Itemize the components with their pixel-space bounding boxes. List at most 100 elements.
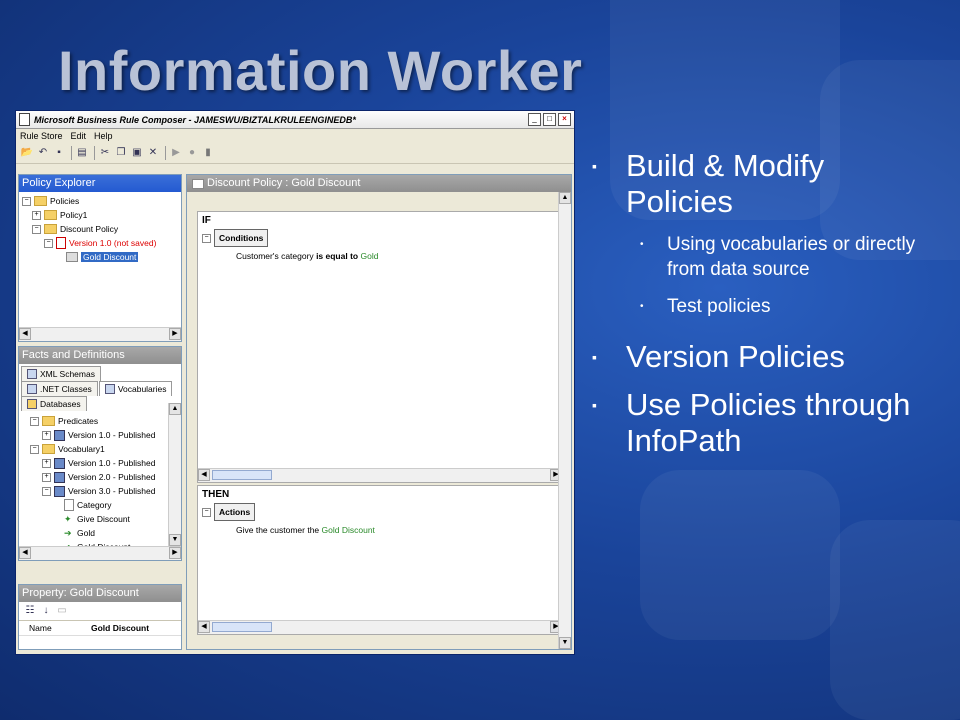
collapse-icon[interactable]: − (30, 416, 39, 426)
collapse-icon[interactable]: − (42, 486, 51, 496)
database-icon (27, 399, 37, 409)
vocabulary-tree: − Predicates + Version 1.0 - Published −… (19, 411, 181, 554)
tree-item-discount-policy[interactable]: − Discount Policy (22, 222, 181, 236)
if-section: IF − Conditions Customer's category is e… (197, 211, 563, 483)
menu-edit[interactable]: Edit (71, 131, 87, 141)
vocabulary-version-icon (54, 485, 65, 497)
maximize-button[interactable]: □ (543, 113, 556, 126)
rule-editor-header: Discount Policy : Gold Discount (187, 175, 571, 192)
delete-icon[interactable]: ✕ (146, 146, 160, 160)
paste-icon[interactable]: ▣ (130, 146, 144, 160)
scroll-left-icon[interactable]: ◀ (19, 328, 31, 340)
tree-item-give-discount[interactable]: ✦ Give Discount (22, 512, 181, 526)
policy-explorer-panel: Policy Explorer − Policies + Policy1 − D… (18, 174, 182, 342)
copy-icon[interactable]: ❐ (114, 146, 128, 160)
close-button[interactable]: × (558, 113, 571, 126)
expand-icon[interactable]: + (42, 472, 51, 482)
xml-schema-icon (27, 369, 37, 379)
horizontal-scrollbar[interactable]: ◀ ▶ (198, 468, 562, 482)
vertical-scrollbar[interactable]: ▲ ▼ (168, 403, 181, 546)
cut-icon[interactable]: ✂ (98, 146, 112, 160)
tree-item-gold-discount[interactable]: Gold Discount (22, 250, 181, 264)
tree-item-label: Predicates (58, 416, 99, 426)
condition-operator: is equal to (316, 251, 359, 261)
collapse-icon[interactable]: − (30, 444, 39, 454)
tab-vocabularies[interactable]: Vocabularies (98, 381, 173, 396)
tree-item-label: Version 1.0 - Published (68, 458, 156, 468)
run-icon[interactable]: ▶ (169, 146, 183, 160)
horizontal-scrollbar[interactable]: ◀ ▶ (198, 620, 562, 634)
collapse-icon[interactable]: − (202, 507, 211, 517)
properties-icon[interactable]: ▤ (75, 146, 89, 160)
tab-net-classes[interactable]: .NET Classes (21, 381, 98, 396)
deploy-icon[interactable]: ▮ (201, 146, 215, 160)
tree-item-version[interactable]: + Version 1.0 - Published (22, 456, 181, 470)
definition-icon (64, 499, 74, 511)
bullet-infopath: Use Policies through InfoPath (590, 387, 960, 459)
tree-item-label: Category (77, 500, 112, 510)
scroll-down-icon[interactable]: ▼ (559, 637, 571, 649)
scroll-thumb[interactable] (212, 622, 272, 632)
horizontal-scrollbar[interactable]: ◀ ▶ (19, 546, 181, 560)
menu-rule-store[interactable]: Rule Store (20, 131, 63, 141)
conditions-node[interactable]: − Conditions (198, 229, 562, 247)
collapse-icon[interactable]: − (44, 238, 53, 248)
horizontal-scrollbar[interactable]: ◀ ▶ (19, 327, 181, 341)
undo-icon[interactable]: ↶ (36, 146, 50, 160)
collapse-icon[interactable]: − (32, 224, 41, 234)
sort-az-icon[interactable]: ↓ (39, 604, 53, 618)
scroll-right-icon[interactable]: ▶ (169, 328, 181, 340)
background-shape (640, 470, 840, 640)
scroll-left-icon[interactable]: ◀ (198, 621, 210, 633)
condition-row[interactable]: Customer's category is equal to Gold (198, 247, 562, 261)
expand-icon[interactable]: + (42, 430, 51, 440)
categorized-icon[interactable]: ☷ (23, 604, 37, 618)
property-pages-icon[interactable]: ▭ (55, 604, 69, 618)
rule-composer-window: Microsoft Business Rule Composer - JAMES… (15, 110, 575, 655)
scroll-up-icon[interactable]: ▲ (169, 403, 181, 415)
property-name-value[interactable]: Gold Discount (91, 623, 149, 633)
menu-help[interactable]: Help (94, 131, 113, 141)
scroll-down-icon[interactable]: ▼ (169, 534, 181, 546)
tab-label: Databases (40, 399, 81, 409)
collapse-icon[interactable]: − (202, 233, 211, 243)
scroll-right-icon[interactable]: ▶ (169, 547, 181, 559)
toolbar: 📂 ↶ ▪ ▤ ✂ ❐ ▣ ✕ ▶ ● ▮ (16, 143, 574, 164)
tree-item-label: Policy1 (60, 210, 88, 220)
scroll-up-icon[interactable]: ▲ (559, 192, 571, 204)
minimize-button[interactable]: _ (528, 113, 541, 126)
tree-item-policies[interactable]: − Policies (22, 194, 181, 208)
tree-item-label: Vocabulary1 (58, 444, 105, 454)
tree-item-policy1[interactable]: + Policy1 (22, 208, 181, 222)
condition-value[interactable]: Gold (360, 251, 378, 261)
action-value[interactable]: Gold Discount (322, 525, 375, 535)
vertical-scrollbar[interactable]: ▲ ▼ (558, 192, 571, 649)
tree-item-gold[interactable]: ➔ Gold (22, 526, 181, 540)
collapse-icon[interactable]: − (22, 196, 31, 206)
tree-item-vocabulary1[interactable]: − Vocabulary1 (22, 442, 181, 456)
open-icon[interactable]: 📂 (20, 146, 34, 160)
tree-item-predicates[interactable]: − Predicates (22, 414, 181, 428)
expand-icon[interactable]: + (42, 458, 51, 468)
stop-icon[interactable]: ● (185, 146, 199, 160)
policy-explorer-header: Policy Explorer (19, 175, 181, 192)
actions-node[interactable]: − Actions (198, 503, 562, 521)
save-icon[interactable]: ▪ (52, 146, 66, 160)
expand-icon[interactable]: + (32, 210, 41, 220)
tree-item-version[interactable]: + Version 2.0 - Published (22, 470, 181, 484)
property-row-name[interactable]: Name Gold Discount (19, 621, 181, 636)
app-icon (19, 113, 30, 126)
tab-databases[interactable]: Databases (21, 396, 87, 411)
scroll-thumb[interactable] (212, 470, 272, 480)
tree-item-version[interactable]: + Version 1.0 - Published (22, 428, 181, 442)
condition-subject: Customer's category (236, 251, 314, 261)
action-row[interactable]: Give the customer the Gold Discount (198, 521, 562, 535)
scroll-left-icon[interactable]: ◀ (19, 547, 31, 559)
tree-item-version[interactable]: − Version 1.0 (not saved) (22, 236, 181, 250)
scroll-left-icon[interactable]: ◀ (198, 469, 210, 481)
window-titlebar: Microsoft Business Rule Composer - JAMES… (16, 111, 574, 129)
tree-item-category[interactable]: Category (22, 498, 181, 512)
tree-item-version[interactable]: − Version 3.0 - Published (22, 484, 181, 498)
tab-xml-schemas[interactable]: XML Schemas (21, 366, 101, 381)
tree-item-label: Version 1.0 - Published (68, 430, 156, 440)
